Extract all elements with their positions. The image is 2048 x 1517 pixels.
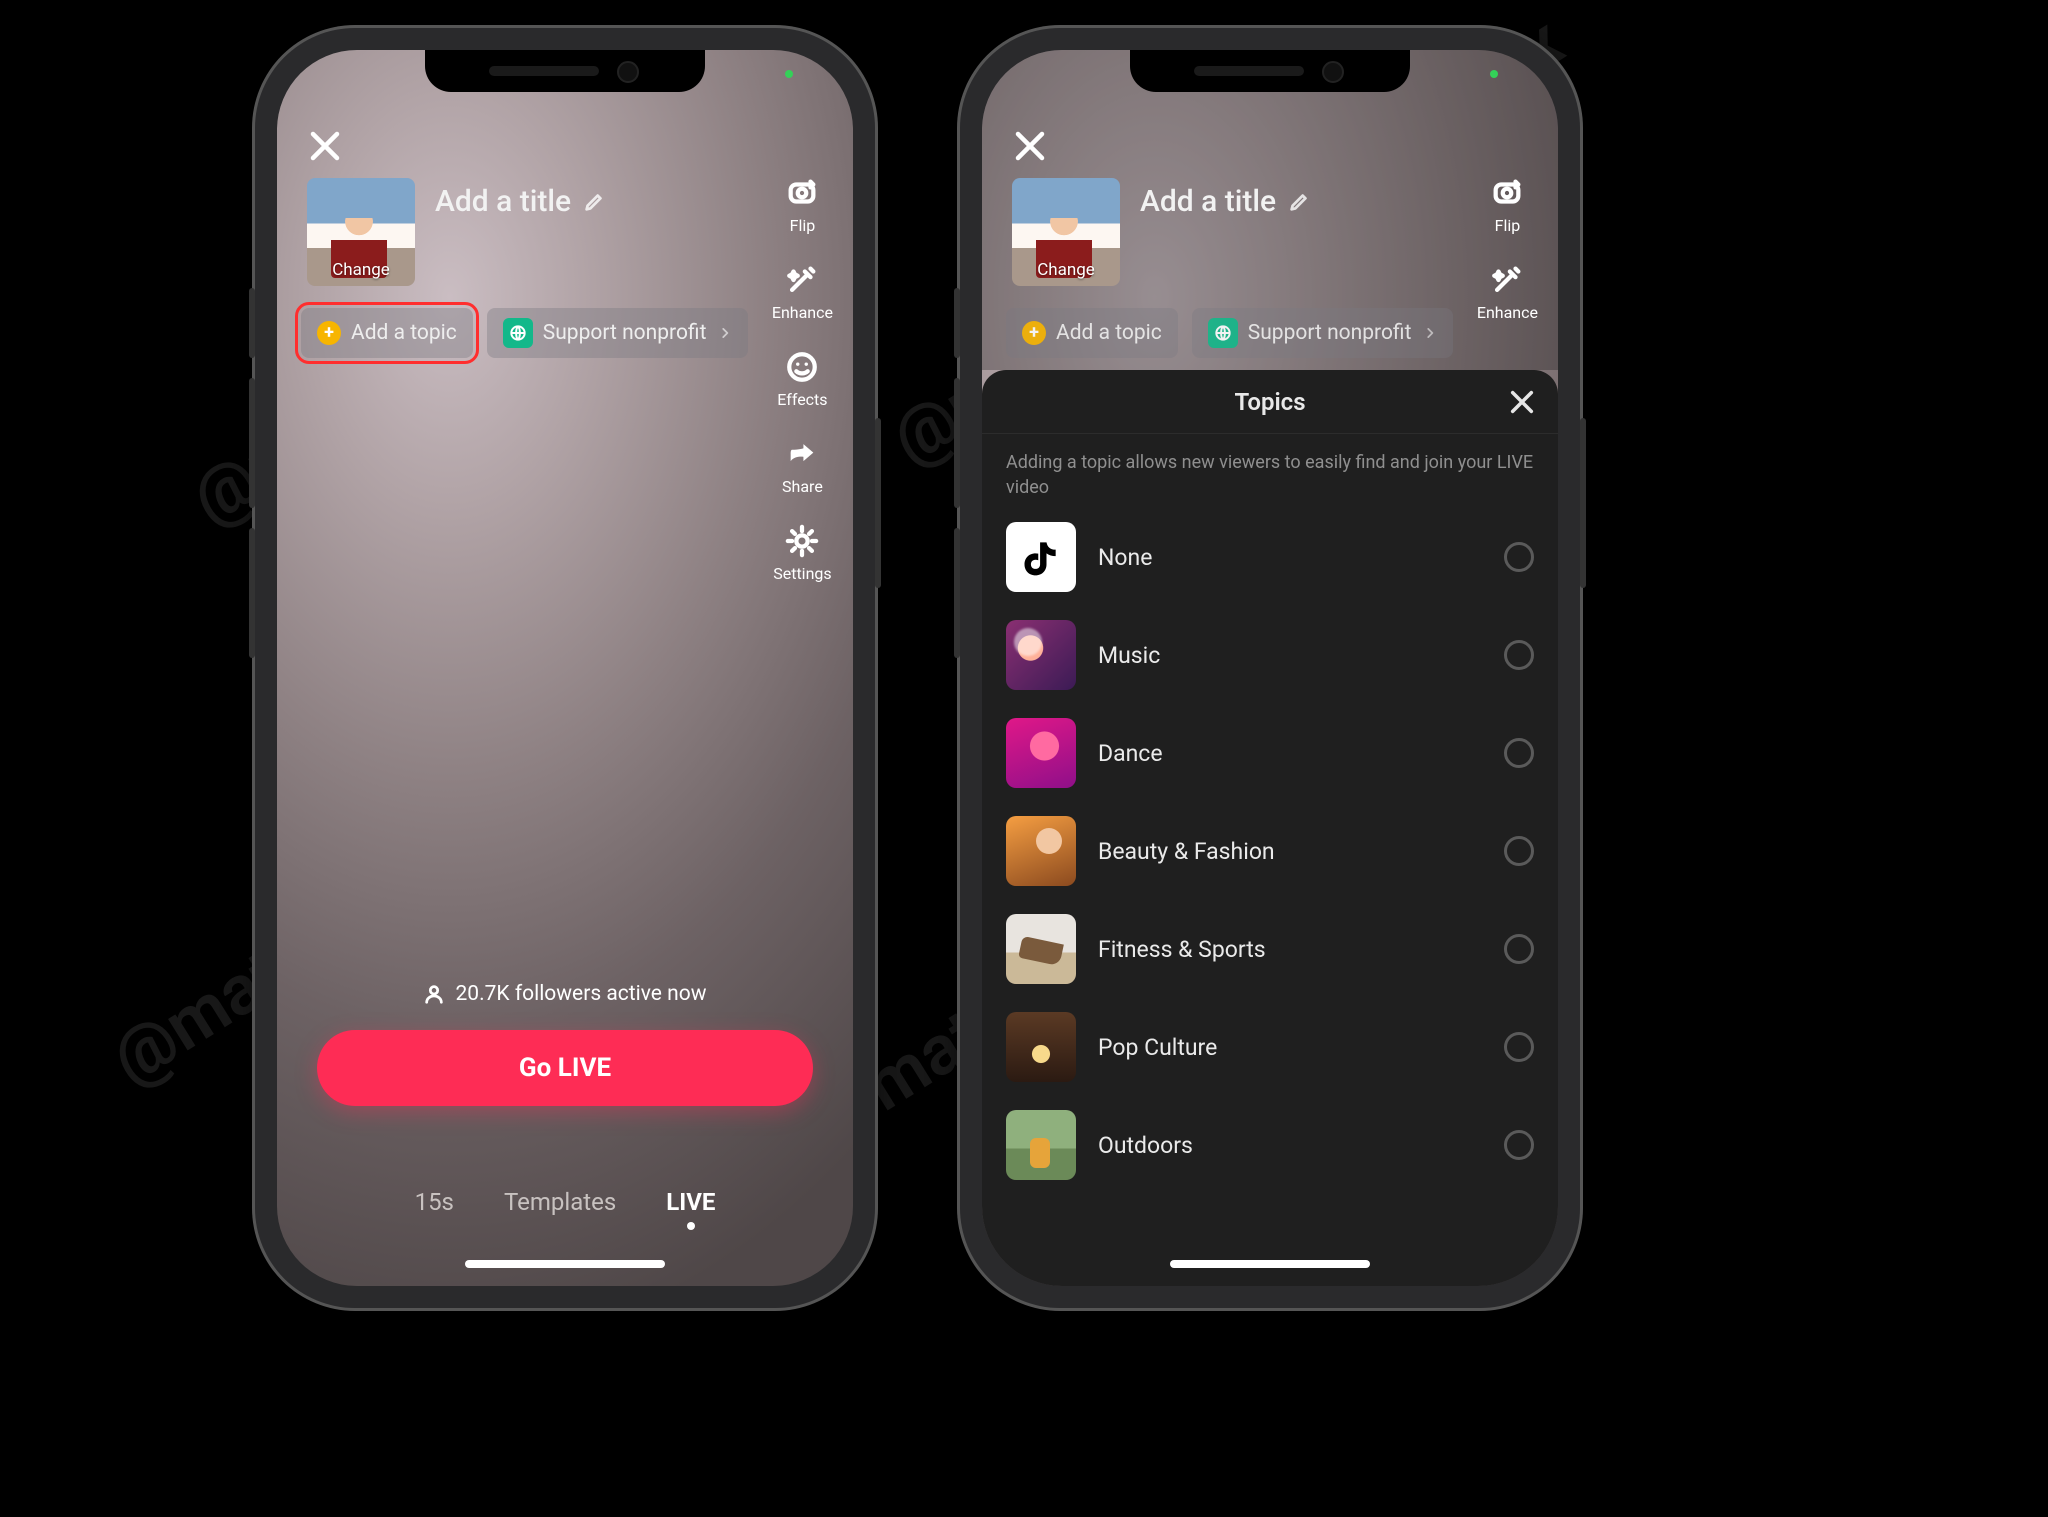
topic-row-fitness[interactable]: Fitness & Sports xyxy=(982,900,1558,998)
share-button[interactable]: Share xyxy=(782,437,823,496)
share-label: Share xyxy=(782,477,823,496)
mode-tabs: 15s Templates LIVE xyxy=(277,1188,853,1216)
topic-label: Dance xyxy=(1098,740,1482,767)
support-nonprofit-pill[interactable]: Support nonprofit xyxy=(487,308,749,358)
notch xyxy=(425,50,705,92)
edit-icon xyxy=(583,191,605,213)
add-topic-label: Add a topic xyxy=(1056,321,1162,345)
globe-icon xyxy=(503,318,533,348)
chevron-right-icon xyxy=(718,324,732,342)
topic-label: Outdoors xyxy=(1098,1132,1482,1159)
flip-label: Flip xyxy=(790,216,816,235)
flip-icon xyxy=(1490,176,1524,210)
topic-radio[interactable] xyxy=(1504,542,1534,572)
flip-icon xyxy=(785,176,819,210)
support-nonprofit-label: Support nonprofit xyxy=(543,321,707,345)
chevron-right-icon xyxy=(1423,324,1437,342)
topic-radio[interactable] xyxy=(1504,640,1534,670)
enhance-icon xyxy=(785,263,819,297)
topic-thumb xyxy=(1006,1110,1076,1180)
settings-button[interactable]: Settings xyxy=(773,524,831,583)
topic-thumb xyxy=(1006,1012,1076,1082)
close-button[interactable] xyxy=(307,128,343,164)
flip-button[interactable]: Flip xyxy=(1490,176,1524,235)
title-placeholder: Add a title xyxy=(435,184,571,219)
edit-icon xyxy=(1288,191,1310,213)
topic-thumb xyxy=(1006,718,1076,788)
topic-row-none[interactable]: None xyxy=(982,508,1558,606)
topic-row-music[interactable]: Music xyxy=(982,606,1558,704)
notch xyxy=(1130,50,1410,92)
topic-thumb xyxy=(1006,816,1076,886)
tab-15s[interactable]: 15s xyxy=(415,1188,454,1216)
topic-radio[interactable] xyxy=(1504,1032,1534,1062)
effects-icon xyxy=(785,350,819,384)
share-icon xyxy=(785,437,819,471)
enhance-button[interactable]: Enhance xyxy=(1477,263,1538,322)
plus-icon: + xyxy=(317,321,341,345)
sheet-description: Adding a topic allows new viewers to eas… xyxy=(982,434,1558,508)
support-nonprofit-pill[interactable]: Support nonprofit xyxy=(1192,308,1454,358)
go-live-label: Go LIVE xyxy=(519,1053,611,1083)
plus-icon: + xyxy=(1022,321,1046,345)
go-live-button[interactable]: Go LIVE xyxy=(317,1030,813,1106)
sheet-close-button[interactable] xyxy=(1508,388,1536,416)
topic-label: Fitness & Sports xyxy=(1098,936,1482,963)
effects-label: Effects xyxy=(777,390,827,409)
cover-change-label: Change xyxy=(1037,260,1095,280)
phone-frame-right: Change Add a title + Add a topic xyxy=(960,28,1580,1308)
title-input[interactable]: Add a title xyxy=(435,184,605,219)
topic-row-outdoors[interactable]: Outdoors xyxy=(982,1096,1558,1194)
topic-row-beauty[interactable]: Beauty & Fashion xyxy=(982,802,1558,900)
topic-radio[interactable] xyxy=(1504,1130,1534,1160)
topic-radio[interactable] xyxy=(1504,738,1534,768)
topic-label: Music xyxy=(1098,642,1482,669)
home-indicator[interactable] xyxy=(1170,1260,1370,1268)
home-indicator[interactable] xyxy=(465,1260,665,1268)
person-icon xyxy=(423,983,445,1005)
enhance-button[interactable]: Enhance xyxy=(772,263,833,322)
support-nonprofit-label: Support nonprofit xyxy=(1248,321,1412,345)
settings-icon xyxy=(785,524,819,558)
title-input[interactable]: Add a title xyxy=(1140,184,1310,219)
tiktok-icon xyxy=(1019,535,1063,579)
topic-label: Pop Culture xyxy=(1098,1034,1482,1061)
effects-button[interactable]: Effects xyxy=(777,350,827,409)
topic-label: Beauty & Fashion xyxy=(1098,838,1482,865)
cover-thumbnail[interactable]: Change xyxy=(1012,178,1120,286)
tab-live[interactable]: LIVE xyxy=(666,1188,715,1216)
cover-change-label: Change xyxy=(332,260,390,280)
add-topic-pill[interactable]: + Add a topic xyxy=(301,308,473,358)
phone-frame-left: Change Add a title + Add a topic xyxy=(255,28,875,1308)
flip-button[interactable]: Flip xyxy=(785,176,819,235)
topic-radio[interactable] xyxy=(1504,934,1534,964)
settings-label: Settings xyxy=(773,564,831,583)
title-placeholder: Add a title xyxy=(1140,184,1276,219)
sheet-title: Topics xyxy=(1234,388,1305,416)
topic-radio[interactable] xyxy=(1504,836,1534,866)
camera-indicator xyxy=(1490,70,1498,78)
tab-templates[interactable]: Templates xyxy=(504,1188,616,1216)
enhance-label: Enhance xyxy=(772,303,833,322)
add-topic-label: Add a topic xyxy=(351,321,457,345)
topic-row-pop-culture[interactable]: Pop Culture xyxy=(982,998,1558,1096)
topic-thumb xyxy=(1006,620,1076,690)
enhance-label: Enhance xyxy=(1477,303,1538,322)
camera-indicator xyxy=(785,70,793,78)
topic-row-dance[interactable]: Dance xyxy=(982,704,1558,802)
enhance-icon xyxy=(1490,263,1524,297)
followers-active: 20.7K followers active now xyxy=(277,982,853,1006)
topics-sheet: Topics Adding a topic allows new viewers… xyxy=(982,370,1558,1286)
topic-thumb xyxy=(1006,522,1076,592)
globe-icon xyxy=(1208,318,1238,348)
add-topic-pill[interactable]: + Add a topic xyxy=(1006,308,1178,358)
topic-label: None xyxy=(1098,544,1482,571)
followers-text: 20.7K followers active now xyxy=(455,982,706,1006)
topic-thumb xyxy=(1006,914,1076,984)
flip-label: Flip xyxy=(1495,216,1521,235)
cover-thumbnail[interactable]: Change xyxy=(307,178,415,286)
close-button[interactable] xyxy=(1012,128,1048,164)
